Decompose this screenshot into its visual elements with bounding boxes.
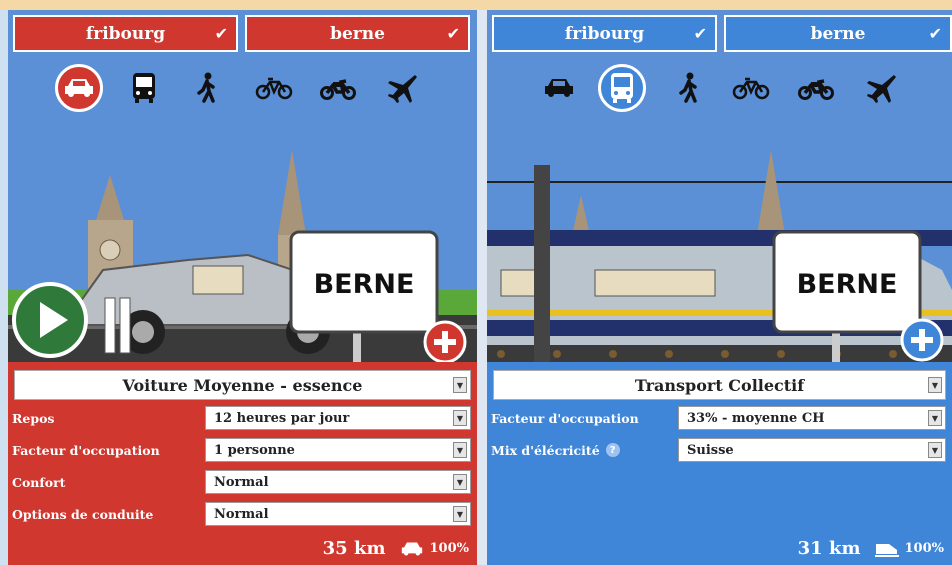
bus-icon (611, 73, 633, 103)
mode-plane[interactable] (378, 64, 426, 112)
option-value: 1 personne (214, 442, 295, 458)
distance-value: 35 km (322, 538, 386, 559)
add-button[interactable] (900, 318, 944, 362)
option-label: Mix d'élécricité (491, 442, 600, 458)
percent-value: 100% (904, 541, 945, 556)
option-label: Repos (12, 410, 55, 426)
bicycle-icon (732, 77, 770, 100)
summary-footer: 31 km 100% (798, 538, 944, 559)
motorcycle-icon (798, 79, 834, 100)
vehicle-select[interactable]: Transport Collectif ▼ (493, 370, 946, 400)
mode-walk[interactable] (665, 64, 713, 112)
option-select-confort[interactable]: Normal ▼ (205, 470, 471, 494)
option-value: Normal (214, 506, 269, 522)
option-select-occupation[interactable]: 33% - moyenne CH ▼ (678, 406, 946, 430)
from-city-label: fribourg (85, 23, 166, 44)
option-label: Facteur d'occupation (12, 442, 160, 458)
plane-icon (388, 75, 417, 103)
from-city-label: fribourg (564, 23, 645, 44)
check-icon: ✔ (214, 24, 228, 43)
option-select-repos[interactable]: 12 heures par jour ▼ (205, 406, 471, 430)
option-row-mix: Mix d'élécricité ? Suisse ▼ (491, 438, 946, 462)
transport-mode-bar (487, 64, 952, 116)
help-icon[interactable]: ? (605, 443, 620, 457)
panel-separator (477, 10, 487, 565)
mode-bus[interactable] (120, 64, 168, 112)
vehicle-value: Transport Collectif (634, 375, 805, 395)
option-select-mix[interactable]: Suisse ▼ (678, 438, 946, 462)
to-city-button[interactable]: berne ✔ (245, 15, 470, 52)
walk-icon (679, 72, 697, 103)
add-button[interactable] (423, 320, 467, 364)
dropdown-arrow-icon: ▼ (453, 474, 467, 490)
dropdown-arrow-icon: ▼ (453, 410, 467, 426)
from-city-button[interactable]: fribourg ✔ (13, 15, 238, 52)
mode-bus[interactable] (598, 64, 646, 112)
bicycle-icon (255, 77, 293, 100)
option-label: Facteur d'occupation (491, 410, 639, 426)
option-row-confort: Confort Normal ▼ (12, 470, 471, 494)
dropdown-arrow-icon: ▼ (453, 506, 467, 522)
mode-walk[interactable] (183, 64, 231, 112)
option-value: 12 heures par jour (214, 410, 350, 426)
check-icon: ✔ (446, 24, 460, 43)
car-scene: BERNE (8, 150, 477, 370)
city-sign-text: BERNE (314, 269, 415, 300)
car-icon (401, 541, 422, 556)
transport-mode-bar (8, 64, 477, 116)
option-row-conduite: Options de conduite Normal ▼ (12, 502, 471, 526)
dropdown-arrow-icon: ▼ (453, 377, 467, 393)
mode-plane[interactable] (857, 64, 905, 112)
dropdown-arrow-icon: ▼ (453, 442, 467, 458)
to-city-label: berne (810, 23, 866, 44)
train-scene: BERNE (487, 150, 952, 370)
plane-icon (867, 75, 896, 103)
transit-panel: fribourg ✔ berne ✔ BERNE Transport Colle… (487, 10, 952, 565)
mode-bicycle[interactable] (727, 64, 775, 112)
distance-value: 31 km (797, 538, 861, 559)
option-value: Suisse (687, 442, 734, 458)
summary-footer: 35 km 100% (323, 538, 469, 559)
dropdown-arrow-icon: ▼ (928, 442, 942, 458)
car-panel: fribourg ✔ berne ✔ BERNE Voiture Moyenne… (8, 10, 477, 565)
dropdown-arrow-icon: ▼ (928, 377, 942, 393)
top-strip (0, 0, 952, 10)
option-row-occupation: Facteur d'occupation 33% - moyenne CH ▼ (491, 406, 946, 430)
bus-icon (133, 73, 155, 103)
option-label: Options de conduite (12, 506, 154, 522)
check-icon: ✔ (693, 24, 707, 43)
options-panel: Voiture Moyenne - essence ▼ Repos 12 heu… (8, 362, 477, 565)
option-value: 33% - moyenne CH (687, 410, 825, 426)
check-icon: ✔ (928, 24, 942, 43)
option-value: Normal (214, 474, 269, 490)
option-row-occupation: Facteur d'occupation 1 personne ▼ (12, 438, 471, 462)
mode-car[interactable] (535, 64, 583, 112)
to-city-button[interactable]: berne ✔ (724, 15, 952, 52)
walk-icon (197, 72, 215, 103)
city-sign-text: BERNE (797, 269, 898, 300)
mode-motorcycle[interactable] (314, 64, 362, 112)
option-select-conduite[interactable]: Normal ▼ (205, 502, 471, 526)
options-panel: Transport Collectif ▼ Facteur d'occupati… (487, 362, 952, 565)
from-city-button[interactable]: fribourg ✔ (492, 15, 717, 52)
vehicle-select[interactable]: Voiture Moyenne - essence ▼ (14, 370, 471, 400)
option-label: Confort (12, 474, 66, 490)
play-button[interactable] (12, 282, 88, 358)
mode-car[interactable] (55, 64, 103, 112)
percent-value: 100% (429, 541, 470, 556)
option-select-occupation[interactable]: 1 personne ▼ (205, 438, 471, 462)
train-icon (874, 543, 899, 557)
option-row-repos: Repos 12 heures par jour ▼ (12, 406, 471, 430)
mode-bicycle[interactable] (250, 64, 298, 112)
dropdown-arrow-icon: ▼ (928, 410, 942, 426)
vehicle-value: Voiture Moyenne - essence (122, 375, 363, 395)
car-icon (65, 79, 93, 97)
to-city-label: berne (330, 23, 385, 44)
car-icon (545, 79, 573, 97)
motorcycle-icon (320, 79, 356, 100)
mode-motorcycle[interactable] (792, 64, 840, 112)
